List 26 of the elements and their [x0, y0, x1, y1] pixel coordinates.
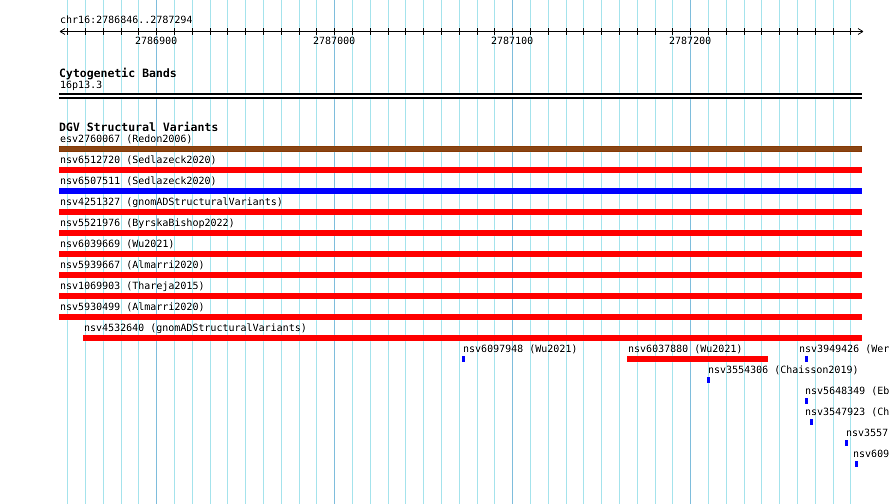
variant-label: nsv3554306 (Chaisson2019): [708, 364, 859, 377]
variant-label: nsv5930499 (Almarri2020): [60, 301, 204, 314]
tick-label: 2787100: [491, 35, 534, 48]
variant-label: nsv3547923 (Ch: [805, 406, 890, 419]
variant-label: nsv6037880 (Wu2021): [628, 343, 742, 356]
tick-label: 2786900: [135, 35, 178, 48]
variant-label: nsv6507511 (Sedlazeck2020): [60, 175, 217, 188]
variant-label: nsv5939667 (Almarri2020): [60, 259, 204, 272]
variant-label: nsv6512720 (Sedlazeck2020): [60, 154, 217, 167]
track-title: Cytogenetic Bands: [59, 66, 177, 80]
variant-label: nsv4251327 (gnomADStructuralVariants): [60, 196, 283, 209]
variant-label: nsv609: [853, 448, 890, 461]
variant-label: nsv3949426 (Wer: [799, 343, 890, 356]
tick-label: 2787200: [669, 35, 712, 48]
band-label: 16p13.3: [60, 80, 102, 92]
variant-label: nsv6039669 (Wu2021): [60, 238, 174, 251]
position-label: chr16:2786846..2787294: [60, 14, 192, 27]
track-title: DGV Structural Variants: [59, 120, 218, 134]
variant-label: nsv4532640 (gnomADStructuralVariants): [84, 322, 307, 335]
variant-label: nsv5521976 (ByrskaBishop2022): [60, 217, 235, 230]
variant-label: nsv6097948 (Wu2021): [463, 343, 578, 356]
tick-label: 2787000: [313, 35, 356, 48]
variant-label: esv2760067 (Redon2006): [60, 133, 192, 146]
variant-label: nsv5648349 (Eb: [805, 385, 890, 398]
variant-label: nsv3557: [846, 427, 888, 440]
variant-label: nsv1069903 (Thareja2015): [60, 280, 204, 293]
